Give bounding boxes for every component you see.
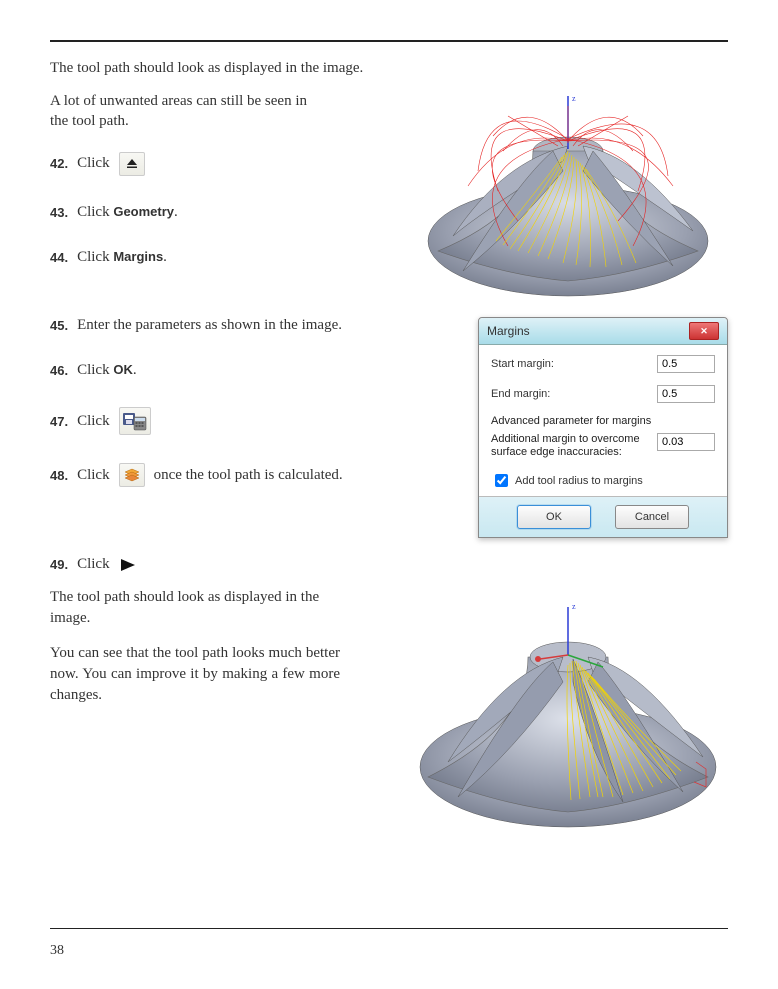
step-text: Click OK. xyxy=(77,362,137,379)
end-margin-row: End margin: xyxy=(491,385,715,403)
svg-text:z: z xyxy=(572,94,576,103)
step-43: 43. Click Geometry. xyxy=(50,204,388,221)
step-number: 46. xyxy=(50,363,68,378)
dialog-buttons: OK Cancel xyxy=(479,496,727,537)
step-number: 44. xyxy=(50,250,68,265)
step-number: 42. xyxy=(50,156,68,171)
end-margin-input[interactable] xyxy=(657,385,715,403)
step-45: 45. Enter the parameters as shown in the… xyxy=(50,317,458,334)
step-text: Click xyxy=(77,467,110,484)
start-margin-row: Start margin: xyxy=(491,355,715,373)
eject-icon xyxy=(119,152,145,176)
close-icon[interactable]: ✕ xyxy=(689,322,719,340)
intro-text: The tool path should look as displayed i… xyxy=(50,60,728,77)
svg-text:z: z xyxy=(572,602,576,611)
step-48: 48. Click once the tool path is calculat… xyxy=(50,463,458,487)
simulate-stack-icon xyxy=(119,463,145,487)
advanced-margin-input[interactable] xyxy=(657,433,715,451)
step-42: 42. Click xyxy=(50,152,388,176)
dialog-titlebar: Margins ✕ xyxy=(479,318,727,345)
advanced-margin-row: Additional margin to overcome surface ed… xyxy=(491,433,715,459)
turbine-impeller-image-1: z xyxy=(408,91,728,311)
margins-dialog: Margins ✕ Start margin: End margin: Adva… xyxy=(478,317,728,538)
step-text: Click Margins. xyxy=(77,249,167,266)
add-tool-radius-checkbox[interactable]: Add tool radius to margins xyxy=(491,471,715,490)
step-text: Click xyxy=(77,413,110,430)
ok-button[interactable]: OK xyxy=(517,505,591,529)
top-rule xyxy=(50,40,728,42)
step-number: 47. xyxy=(50,414,68,429)
steps-list-1: 42. Click 43. Click Geometry. 44. Click … xyxy=(50,152,388,266)
start-margin-input[interactable] xyxy=(657,355,715,373)
step-text: Click xyxy=(77,155,110,172)
step-number: 45. xyxy=(50,318,68,333)
checkbox-label: Add tool radius to margins xyxy=(515,475,643,487)
step-46: 46. Click OK. xyxy=(50,362,458,379)
dialog-title-text: Margins xyxy=(487,324,530,338)
page-number: 38 xyxy=(50,943,64,959)
left-column-1: A lot of unwanted areas can still be see… xyxy=(50,91,388,294)
step-49: 49. Click xyxy=(50,556,728,573)
play-icon xyxy=(119,558,137,572)
note-text: A lot of unwanted areas can still be see… xyxy=(50,91,310,132)
body-text-3: You can see that the tool path looks muc… xyxy=(50,643,340,706)
start-margin-label: Start margin: xyxy=(491,358,554,370)
step-number: 43. xyxy=(50,205,68,220)
steps-list-3: 49. Click xyxy=(50,556,728,573)
left-column-3: The tool path should look as displayed i… xyxy=(50,587,388,720)
step-text: Click Geometry. xyxy=(77,204,178,221)
step-text: Enter the parameters as shown in the ima… xyxy=(77,317,342,334)
step-number: 49. xyxy=(50,557,68,572)
section-bottom: The tool path should look as displayed i… xyxy=(50,587,728,842)
steps-list-2: 45. Enter the parameters as shown in the… xyxy=(50,317,458,487)
dialog-body: Start margin: End margin: Advanced param… xyxy=(479,345,727,496)
step-44: 44. Click Margins. xyxy=(50,249,388,266)
cancel-button[interactable]: Cancel xyxy=(615,505,689,529)
step-text-after: once the tool path is calculated. xyxy=(154,467,343,484)
calculate-save-icon xyxy=(119,407,151,435)
advanced-margin-label: Additional margin to overcome surface ed… xyxy=(491,433,646,459)
checkbox-input[interactable] xyxy=(495,474,508,487)
bottom-rule xyxy=(50,928,728,929)
step-text: Click xyxy=(77,556,110,573)
turbine-impeller-image-2: z xyxy=(408,587,728,842)
section-dialog: 45. Enter the parameters as shown in the… xyxy=(50,317,728,538)
step-number: 48. xyxy=(50,468,68,483)
body-text-2: The tool path should look as displayed i… xyxy=(50,587,340,629)
left-column-2: 45. Enter the parameters as shown in the… xyxy=(50,317,458,515)
end-margin-label: End margin: xyxy=(491,388,550,400)
advanced-section-label: Advanced parameter for margins xyxy=(491,415,715,427)
section-top: A lot of unwanted areas can still be see… xyxy=(50,91,728,311)
document-page: The tool path should look as displayed i… xyxy=(0,0,778,989)
step-47: 47. Click xyxy=(50,407,458,435)
